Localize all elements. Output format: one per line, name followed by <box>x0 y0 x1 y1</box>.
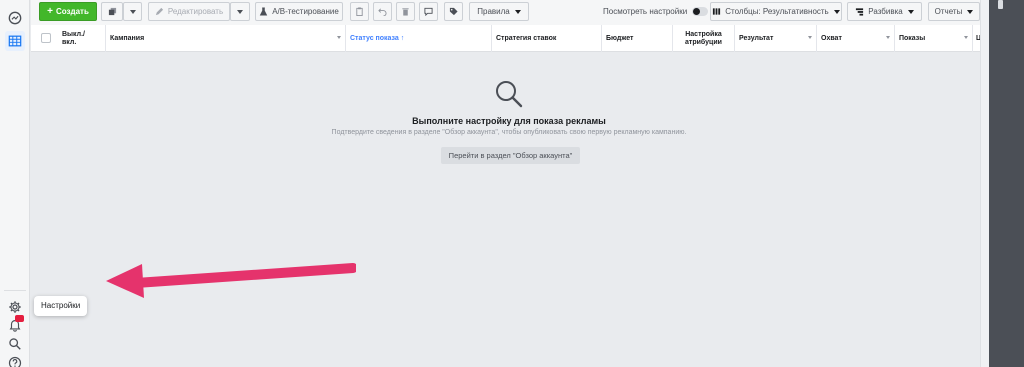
breakdown-icon <box>856 8 864 16</box>
rail-divider <box>4 290 26 291</box>
flask-icon <box>259 7 268 16</box>
breakdown-dropdown[interactable]: Разбивка <box>847 2 922 21</box>
rules-dropdown[interactable]: Правила <box>469 2 529 21</box>
column-header-results[interactable]: Результат <box>735 25 817 52</box>
export-button[interactable] <box>350 2 369 21</box>
trash-icon <box>402 8 409 16</box>
annotation-arrow-icon <box>106 263 356 298</box>
help-button[interactable] <box>5 353 25 367</box>
dashboard-button[interactable] <box>5 8 25 28</box>
search-icon <box>496 81 523 108</box>
pencil-icon <box>155 7 163 16</box>
column-header-campaign[interactable]: Кампания <box>106 25 346 52</box>
reports-dropdown[interactable]: Отчеты <box>928 2 980 21</box>
select-all-cell <box>31 25 58 52</box>
chevron-down-icon <box>129 9 136 14</box>
column-header-delivery-status[interactable]: Статус показа ↑ <box>346 25 492 52</box>
ab-test-label: A/B-тестирование <box>272 7 339 16</box>
sort-caret-icon <box>964 36 968 39</box>
plus-icon: + <box>47 6 53 17</box>
breakdown-label: Разбивка <box>868 7 903 16</box>
column-header-label: Выкл./ вкл. <box>62 30 85 46</box>
search-icon <box>9 338 21 350</box>
column-header-label: Охват <box>821 34 842 42</box>
comment-icon <box>424 7 433 16</box>
notifications-button[interactable] <box>5 315 25 335</box>
notification-badge <box>15 315 24 322</box>
select-all-checkbox[interactable] <box>41 33 51 43</box>
columns-dropdown[interactable]: Столбцы: Результативность <box>710 2 842 21</box>
column-header-toggle[interactable]: Выкл./ вкл. <box>58 25 106 52</box>
column-header-cost[interactable]: Це <box>973 25 980 52</box>
column-header-label: Результат <box>739 34 774 42</box>
undo-button[interactable] <box>373 2 392 21</box>
column-header-budget[interactable]: Бюджет <box>602 25 673 52</box>
column-header-label: Кампания <box>110 34 145 42</box>
rules-label: Правила <box>477 7 510 16</box>
gear-icon <box>9 301 21 313</box>
left-navigation-rail <box>0 0 30 367</box>
view-settings-toggle[interactable]: Посмотреть настройки <box>603 2 709 21</box>
comment-button[interactable] <box>419 2 438 21</box>
column-header-attribution[interactable]: Настройка атрибуции <box>673 25 735 52</box>
view-settings-label: Посмотреть настройки <box>603 7 688 16</box>
campaigns-table-icon <box>8 35 22 47</box>
column-header-label: Бюджет <box>606 34 634 42</box>
table-header: Выкл./ вкл. Кампания Статус показа ↑ Стр… <box>31 25 980 52</box>
panel-handle[interactable] <box>998 0 1003 9</box>
chevron-down-icon <box>514 9 521 14</box>
chevron-down-icon <box>833 9 840 14</box>
dashboard-icon <box>8 11 22 25</box>
columns-icon <box>713 8 721 15</box>
chevron-down-icon <box>237 9 243 14</box>
empty-state-subtitle: Подтвердите сведения в разделе "Обзор ак… <box>331 129 687 136</box>
duplicate-icon <box>108 7 116 16</box>
column-header-label: Статус показа ↑ <box>350 34 405 42</box>
column-header-impressions[interactable]: Показы <box>895 25 973 52</box>
empty-state: Выполните настройку для показа рекламы П… <box>31 52 980 367</box>
sort-caret-icon <box>337 36 341 39</box>
sort-caret-icon <box>808 36 812 39</box>
columns-label: Столбцы: Результативность <box>725 7 829 16</box>
duplicate-dropdown[interactable] <box>123 2 142 21</box>
column-header-label: Стратегия ставок <box>496 34 557 42</box>
column-header-label: Показы <box>899 34 926 42</box>
search-button[interactable] <box>5 334 25 354</box>
help-icon <box>8 356 22 367</box>
undo-icon <box>378 8 387 16</box>
sort-caret-icon <box>886 36 890 39</box>
chevron-down-icon <box>907 9 914 14</box>
toolbar: + Создать Редактировать A/B-тестирование… <box>31 0 980 25</box>
account-overview-button[interactable]: Перейти в раздел "Обзор аккаунта" <box>441 147 580 164</box>
tag-button[interactable] <box>444 2 463 21</box>
campaigns-button[interactable] <box>5 31 25 51</box>
delete-button[interactable] <box>396 2 415 21</box>
chevron-down-icon <box>967 9 974 14</box>
horizontal-scroll-area[interactable] <box>980 0 989 367</box>
create-label: Создать <box>55 7 89 16</box>
create-button[interactable]: + Создать <box>39 2 97 21</box>
right-side-panel <box>989 0 1024 367</box>
reports-label: Отчеты <box>934 7 963 16</box>
column-header-bid-strategy[interactable]: Стратегия ставок <box>492 25 602 52</box>
ab-test-button[interactable]: A/B-тестирование <box>255 2 343 21</box>
column-header-reach[interactable]: Охват <box>817 25 895 52</box>
empty-state-title: Выполните настройку для показа рекламы <box>412 116 606 126</box>
tag-icon <box>449 7 458 16</box>
edit-label: Редактировать <box>167 7 224 16</box>
edit-dropdown[interactable] <box>230 2 250 21</box>
duplicate-button[interactable] <box>101 2 123 21</box>
toggle-switch[interactable] <box>692 7 709 16</box>
clipboard-icon <box>356 7 363 16</box>
edit-button[interactable]: Редактировать <box>148 2 230 21</box>
column-header-label: Настройка атрибуции <box>685 30 722 46</box>
settings-button[interactable] <box>5 297 25 317</box>
